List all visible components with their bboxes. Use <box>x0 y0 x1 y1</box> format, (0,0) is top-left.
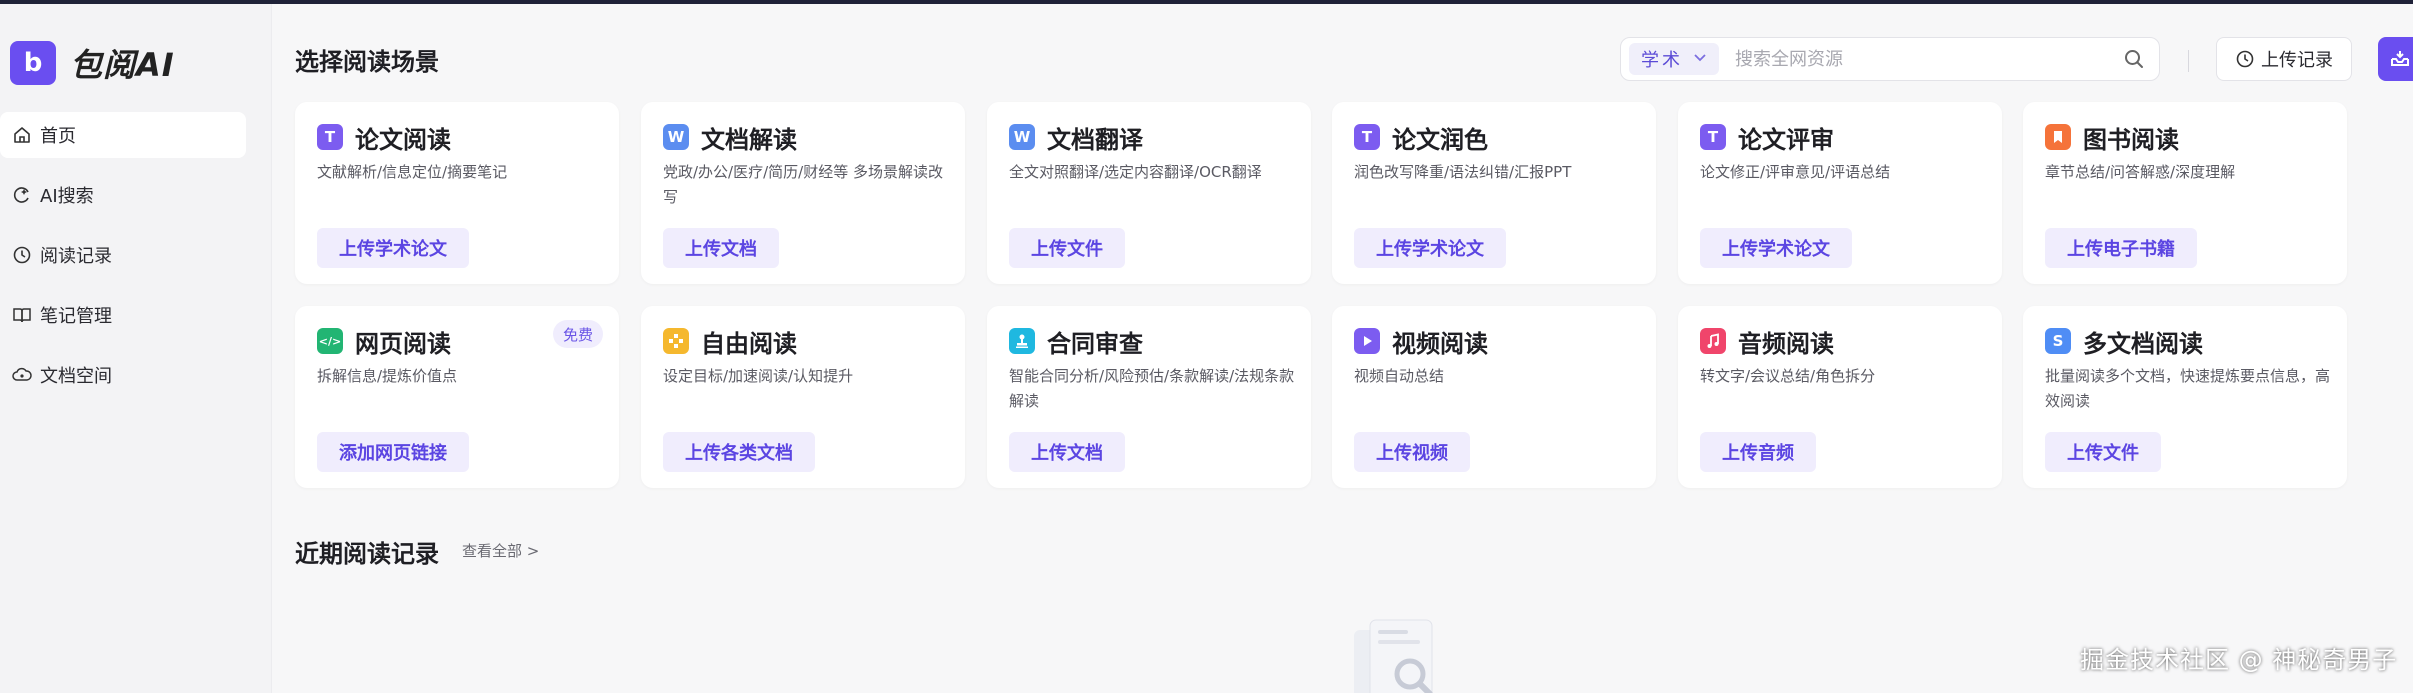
play-icon <box>1354 328 1380 354</box>
grid-icon <box>663 328 689 354</box>
sidebar-item-label: 阅读记录 <box>40 246 112 267</box>
sidebar-item-ai-search[interactable]: AI搜索 <box>0 172 246 218</box>
upload-file-button[interactable]: 上传文件 <box>2045 432 2161 472</box>
card-contract-review[interactable]: 合同审查 智能合同分析/风险预估/条款解读/法规条款解读 上传文档 <box>987 306 1311 488</box>
search-bar: 学术 <box>1620 37 2160 81</box>
card-paper-reading[interactable]: T 论文阅读 文献解析/信息定位/摘要笔记 上传学术论文 <box>295 102 619 284</box>
card-video-reading[interactable]: 视频阅读 视频自动总结 上传视频 <box>1332 306 1656 488</box>
card-free-reading[interactable]: 自由阅读 设定目标/加速阅读/认知提升 上传各类文档 <box>641 306 965 488</box>
card-title: 合同审查 <box>1047 330 1143 358</box>
card-multi-doc-reading[interactable]: S 多文档阅读 批量阅读多个文档，快速提炼要点信息，高效阅读 上传文件 <box>2023 306 2347 488</box>
code-icon: </> <box>317 328 343 354</box>
chevron-down-icon <box>1693 51 1707 67</box>
card-title: 音频阅读 <box>1738 330 1834 358</box>
header-divider <box>2188 50 2189 72</box>
sidebar-item-doc-space[interactable]: 文档空间 <box>0 352 246 398</box>
sidebar-item-label: AI搜索 <box>40 186 94 207</box>
music-note-icon <box>1700 328 1726 354</box>
empty-state-illustration <box>1340 612 1460 693</box>
card-title: 论文评审 <box>1738 126 1834 154</box>
upload-record-button[interactable]: 上传记录 <box>2216 37 2352 81</box>
card-web-reading[interactable]: </> 网页阅读 免费 拆解信息/提炼价值点 添加网页链接 <box>295 306 619 488</box>
card-title: 文档翻译 <box>1047 126 1143 154</box>
card-paper-review[interactable]: T 论文评审 论文修正/评审意见/评语总结 上传学术论文 <box>1678 102 2002 284</box>
card-desc: 视频自动总结 <box>1354 367 1445 385</box>
sidebar-item-home[interactable]: 首页 <box>0 112 246 158</box>
upload-doc-button[interactable]: 上传文档 <box>663 228 779 268</box>
word-doc-icon: W <box>1009 124 1035 150</box>
upload-ebook-button[interactable]: 上传电子书籍 <box>2045 228 2197 268</box>
upload-paper-button[interactable]: 上传学术论文 <box>1354 228 1506 268</box>
free-badge: 免费 <box>552 320 603 348</box>
search-scope-select[interactable]: 学术 <box>1629 43 1719 75</box>
card-doc-translation[interactable]: W 文档翻译 全文对照翻译/选定内容翻译/OCR翻译 上传文件 <box>987 102 1311 284</box>
inbox-button[interactable] <box>2378 37 2413 81</box>
upload-paper-button[interactable]: 上传学术论文 <box>317 228 469 268</box>
card-desc: 拆解信息/提炼价值点 <box>317 367 458 385</box>
card-audio-reading[interactable]: 音频阅读 转文字/会议总结/角色拆分 上传音频 <box>1678 306 2002 488</box>
bookmark-icon <box>2045 124 2071 150</box>
add-web-link-button[interactable]: 添加网页链接 <box>317 432 469 472</box>
upload-file-button[interactable]: 上传文件 <box>1009 228 1125 268</box>
upload-any-doc-button[interactable]: 上传各类文档 <box>663 432 815 472</box>
card-title: 论文润色 <box>1392 126 1488 154</box>
search-icon[interactable] <box>2123 48 2145 70</box>
clock-icon <box>2236 50 2254 68</box>
card-desc: 批量阅读多个文档，快速提炼要点信息，高效阅读 <box>2045 367 2331 410</box>
card-doc-interpretation[interactable]: W 文档解读 党政/办公/医疗/简历/财经等 多场景解读改写 上传文档 <box>641 102 965 284</box>
sidebar-item-label: 笔记管理 <box>40 306 112 327</box>
upload-video-button[interactable]: 上传视频 <box>1354 432 1470 472</box>
card-desc: 转文字/会议总结/角色拆分 <box>1700 367 1876 385</box>
sidebar-nav: 首页 AI搜索 阅读记录 笔记管理 文档空间 <box>0 112 246 412</box>
card-title: 视频阅读 <box>1392 330 1488 358</box>
card-desc: 润色改写降重/语法纠错/汇报PPT <box>1354 163 1572 181</box>
upload-doc-button[interactable]: 上传文档 <box>1009 432 1125 472</box>
card-title: 论文阅读 <box>355 126 451 154</box>
card-title: 自由阅读 <box>701 330 797 358</box>
paper-t-icon: T <box>1354 124 1380 150</box>
card-title: 图书阅读 <box>2083 126 2179 154</box>
upload-paper-button[interactable]: 上传学术论文 <box>1700 228 1852 268</box>
inbox-icon <box>2391 51 2409 66</box>
card-desc: 智能合同分析/风险预估/条款解读/法规条款解读 <box>1009 367 1295 410</box>
sidebar-item-label: 首页 <box>40 126 76 147</box>
top-border <box>0 0 2413 4</box>
paper-t-icon: T <box>317 124 343 150</box>
search-scope-label: 学术 <box>1641 50 1683 71</box>
upload-audio-button[interactable]: 上传音频 <box>1700 432 1816 472</box>
app-name: 包阅AI <box>70 46 175 84</box>
sidebar-item-reading-history[interactable]: 阅读记录 <box>0 232 246 278</box>
card-title: 网页阅读 <box>355 330 451 358</box>
search-input[interactable] <box>1735 48 2115 70</box>
sidebar: b 包阅AI 首页 AI搜索 阅读记录 笔记管理 文档空间 <box>0 4 272 693</box>
card-paper-polishing[interactable]: T 论文润色 润色改写降重/语法纠错/汇报PPT 上传学术论文 <box>1332 102 1656 284</box>
upload-record-label: 上传记录 <box>2261 50 2333 71</box>
multi-doc-s-icon: S <box>2045 328 2071 354</box>
view-all-link[interactable]: 查看全部 > <box>462 540 539 561</box>
card-desc: 文献解析/信息定位/摘要笔记 <box>317 163 508 181</box>
card-desc: 章节总结/问答解惑/深度理解 <box>2045 163 2236 181</box>
page-title: 选择阅读场景 <box>295 48 439 76</box>
card-desc: 党政/办公/医疗/简历/财经等 多场景解读改写 <box>663 163 943 206</box>
book-icon <box>10 303 34 327</box>
card-title: 文档解读 <box>701 126 797 154</box>
recent-section-title: 近期阅读记录 <box>295 540 439 568</box>
app-logo[interactable]: b 包阅AI <box>10 40 175 86</box>
card-book-reading[interactable]: 图书阅读 章节总结/问答解惑/深度理解 上传电子书籍 <box>2023 102 2347 284</box>
clock-icon <box>10 243 34 267</box>
cloud-folder-icon <box>10 363 34 387</box>
card-title: 多文档阅读 <box>2083 330 2203 358</box>
sidebar-item-notes[interactable]: 笔记管理 <box>0 292 246 338</box>
word-doc-icon: W <box>663 124 689 150</box>
card-desc: 论文修正/评审意见/评语总结 <box>1700 163 1891 181</box>
logo-icon: b <box>10 41 62 85</box>
card-desc: 全文对照翻译/选定内容翻译/OCR翻译 <box>1009 163 1262 181</box>
stamp-icon <box>1009 328 1035 354</box>
watermark: 掘金技术社区 @ 神秘奇男子 <box>2080 646 2398 674</box>
paper-t-icon: T <box>1700 124 1726 150</box>
sidebar-item-label: 文档空间 <box>40 366 112 387</box>
home-icon <box>10 123 34 147</box>
card-desc: 设定目标/加速阅读/认知提升 <box>663 367 854 385</box>
ai-search-icon <box>10 183 34 207</box>
